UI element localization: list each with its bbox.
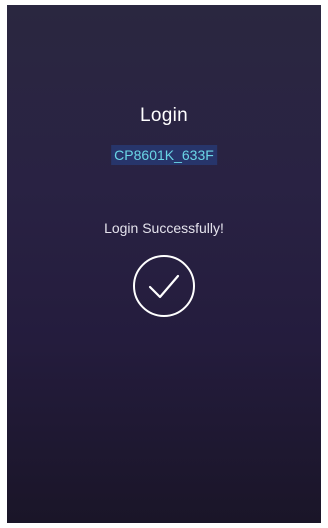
- page-title: Login: [140, 105, 188, 126]
- login-status-message: Login Successfully!: [104, 220, 224, 236]
- login-screen: Login CP8601K_633F Login Successfully!: [7, 5, 321, 523]
- checkmark-circle-icon: [132, 254, 196, 318]
- device-name: CP8601K_633F: [111, 145, 217, 165]
